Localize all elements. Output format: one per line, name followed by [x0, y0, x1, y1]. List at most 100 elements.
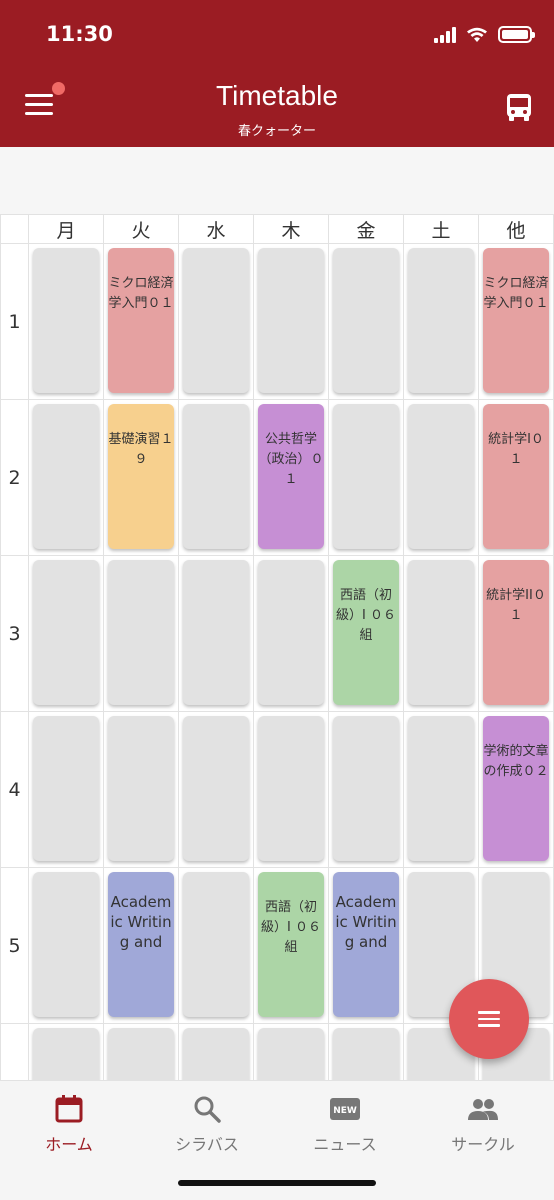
- bus-icon[interactable]: [505, 92, 533, 122]
- class-card[interactable]: 西語（初級）I ０６組: [333, 560, 399, 705]
- day-header-tue: 火: [103, 214, 179, 244]
- day-header-thu: 木: [253, 214, 329, 244]
- empty-slot-card[interactable]: [408, 716, 474, 861]
- empty-slot-card[interactable]: [108, 716, 174, 861]
- timetable-slot: [328, 243, 404, 400]
- search-icon: [194, 1096, 221, 1123]
- timetable-slot: [103, 711, 179, 868]
- empty-slot-card[interactable]: [408, 248, 474, 393]
- period-row: 3 西語（初級）I ０６組 統計学II０１: [0, 555, 554, 712]
- quarter-subtitle: 春クォーター: [237, 124, 316, 139]
- empty-slot-card[interactable]: [33, 716, 99, 861]
- empty-slot-card[interactable]: [333, 248, 399, 393]
- page-title: Timetable: [216, 80, 338, 111]
- timetable-slot: [328, 711, 404, 868]
- class-name: 西語（初級）I ０６組: [261, 900, 321, 955]
- timetable-slot: [403, 399, 479, 556]
- timetable-slot: [28, 555, 104, 712]
- timetable-slot: [178, 1023, 254, 1080]
- nav-home-label: ホーム: [45, 1135, 93, 1154]
- empty-slot-card[interactable]: [33, 404, 99, 549]
- period-number: [0, 1023, 29, 1080]
- empty-slot-card[interactable]: [333, 404, 399, 549]
- timetable-slot: 基礎演習１９: [103, 399, 179, 556]
- class-card[interactable]: 統計学I０１: [483, 404, 549, 549]
- nav-news-label: ニュース: [313, 1135, 377, 1154]
- class-card[interactable]: 公共哲学（政治）０１: [258, 404, 324, 549]
- class-card[interactable]: 西語（初級）I ０６組: [258, 872, 324, 1017]
- empty-slot-card[interactable]: [108, 560, 174, 705]
- empty-slot-card[interactable]: [258, 248, 324, 393]
- empty-slot-card[interactable]: [408, 404, 474, 549]
- class-name: 統計学I０１: [488, 432, 544, 467]
- app-header: 11:30 Timetable 春クォーター: [0, 0, 554, 147]
- period-number: 2: [0, 399, 29, 556]
- class-name: ミクロ経済学入門０１: [483, 276, 549, 311]
- nav-home[interactable]: ホーム: [0, 1093, 138, 1155]
- timetable-slot: [178, 243, 254, 400]
- timetable-slot: [28, 711, 104, 868]
- class-name: 学術的文章の作成０２: [483, 744, 549, 779]
- timetable-slot: [28, 399, 104, 556]
- class-card[interactable]: ミクロ経済学入門０１: [108, 248, 174, 393]
- empty-slot-card[interactable]: [183, 872, 249, 1017]
- empty-slot-card[interactable]: [183, 716, 249, 861]
- class-card[interactable]: Academic Writing and: [333, 872, 399, 1017]
- class-name: ミクロ経済学入門０１: [108, 276, 174, 311]
- period-number: 5: [0, 867, 29, 1024]
- timetable-slot: [328, 399, 404, 556]
- nav-circle[interactable]: サークル: [414, 1093, 552, 1155]
- class-card[interactable]: 基礎演習１９: [108, 404, 174, 549]
- timetable-slot: [28, 243, 104, 400]
- empty-slot-card[interactable]: [183, 248, 249, 393]
- timetable-slot: [178, 555, 254, 712]
- new-badge-icon: NEW: [330, 1098, 360, 1120]
- timetable-slot: 公共哲学（政治）０１: [253, 399, 329, 556]
- timetable-grid: 月 火 水 木 金 土 他 1 ミクロ経済学入門０１ ミクロ経済学入門０１ 2 基礎演習…: [0, 214, 554, 1080]
- timetable-slot: [28, 867, 104, 1024]
- timetable-slot: [178, 711, 254, 868]
- timetable-slot: [403, 555, 479, 712]
- empty-slot-card[interactable]: [333, 1028, 399, 1080]
- empty-slot-card[interactable]: [258, 1028, 324, 1080]
- timetable-slot: [328, 1023, 404, 1080]
- class-card[interactable]: 学術的文章の作成０２: [483, 716, 549, 861]
- empty-slot-card[interactable]: [258, 560, 324, 705]
- empty-slot-card[interactable]: [33, 1028, 99, 1080]
- class-card[interactable]: 統計学II０１: [483, 560, 549, 705]
- timetable-slot: [103, 555, 179, 712]
- timetable-slot: [403, 243, 479, 400]
- empty-slot-card[interactable]: [408, 560, 474, 705]
- class-card[interactable]: Academic Writing and: [108, 872, 174, 1017]
- empty-slot-card[interactable]: [183, 560, 249, 705]
- day-header-mon: 月: [28, 214, 104, 244]
- timetable-slot: Academic Writing and: [328, 867, 404, 1024]
- status-time: 11:30: [46, 22, 113, 46]
- empty-slot-card[interactable]: [33, 872, 99, 1017]
- nav-syllabus-label: シラバス: [175, 1135, 239, 1154]
- empty-slot-card[interactable]: [33, 248, 99, 393]
- wifi-icon: [467, 27, 487, 42]
- day-header-wed: 水: [178, 214, 254, 244]
- day-header-other: 他: [478, 214, 554, 244]
- timetable-slot: [103, 1023, 179, 1080]
- empty-slot-card[interactable]: [258, 716, 324, 861]
- calendar-icon: [55, 1095, 83, 1123]
- status-icons: [434, 26, 535, 43]
- timetable-slot: [403, 711, 479, 868]
- empty-slot-card[interactable]: [33, 560, 99, 705]
- fab-menu-button[interactable]: [449, 979, 529, 1059]
- nav-syllabus[interactable]: シラバス: [138, 1093, 276, 1155]
- period-row: 4 学術的文章の作成０２: [0, 711, 554, 868]
- class-card[interactable]: ミクロ経済学入門０１: [483, 248, 549, 393]
- nav-news[interactable]: NEW ニュース: [276, 1093, 414, 1155]
- empty-slot-card[interactable]: [183, 404, 249, 549]
- empty-slot-card[interactable]: [183, 1028, 249, 1080]
- empty-slot-card[interactable]: [108, 1028, 174, 1080]
- empty-slot-card[interactable]: [333, 716, 399, 861]
- timetable-slot: 学術的文章の作成０２: [478, 711, 554, 868]
- timetable-slot: [253, 555, 329, 712]
- cellular-signal-icon: [434, 27, 456, 43]
- battery-icon: [498, 26, 535, 43]
- class-name: 西語（初級）I ０６組: [336, 588, 396, 643]
